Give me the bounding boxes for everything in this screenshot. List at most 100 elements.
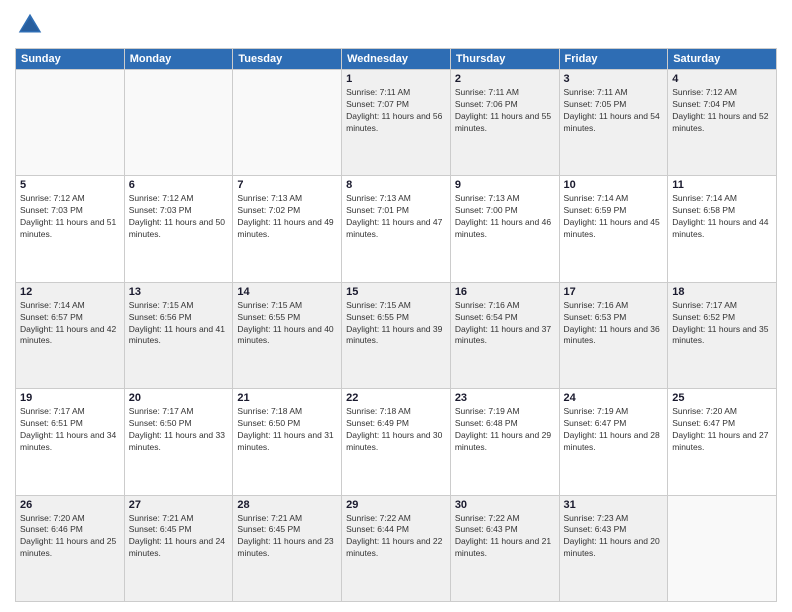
week-row-1: 1Sunrise: 7:11 AM Sunset: 7:07 PM Daylig… xyxy=(16,70,777,176)
day-cell: 2Sunrise: 7:11 AM Sunset: 7:06 PM Daylig… xyxy=(450,70,559,176)
day-number: 20 xyxy=(129,392,229,404)
day-info: Sunrise: 7:13 AM Sunset: 7:01 PM Dayligh… xyxy=(346,193,446,241)
day-number: 25 xyxy=(672,392,772,404)
day-number: 22 xyxy=(346,392,446,404)
day-number: 5 xyxy=(20,179,120,191)
day-number: 13 xyxy=(129,286,229,298)
calendar-page: SundayMondayTuesdayWednesdayThursdayFrid… xyxy=(0,0,792,612)
day-info: Sunrise: 7:15 AM Sunset: 6:56 PM Dayligh… xyxy=(129,300,229,348)
day-info: Sunrise: 7:19 AM Sunset: 6:48 PM Dayligh… xyxy=(455,406,555,454)
day-info: Sunrise: 7:13 AM Sunset: 7:00 PM Dayligh… xyxy=(455,193,555,241)
day-info: Sunrise: 7:18 AM Sunset: 6:50 PM Dayligh… xyxy=(237,406,337,454)
day-number: 10 xyxy=(564,179,664,191)
day-cell: 10 Sunrise: 7:14 AM Sunset: 6:59 PM Dayli… xyxy=(559,176,668,282)
day-cell xyxy=(16,70,125,176)
day-cell: 23 Sunrise: 7:19 AM Sunset: 6:48 PM Dayli… xyxy=(450,389,559,495)
day-number: 17 xyxy=(564,286,664,298)
day-info: Sunrise: 7:11 AM Sunset: 7:05 PM Dayligh… xyxy=(564,87,664,135)
day-number: 12 xyxy=(20,286,120,298)
day-cell: 22 Sunrise: 7:18 AM Sunset: 6:49 PM Dayli… xyxy=(342,389,451,495)
day-cell: 28Sunrise: 7:21 AM Sunset: 6:45 PM Dayli… xyxy=(233,495,342,601)
day-number: 19 xyxy=(20,392,120,404)
day-cell: 12 Sunrise: 7:14 AM Sunset: 6:57 PM Dayli… xyxy=(16,282,125,388)
day-number: 14 xyxy=(237,286,337,298)
week-row-3: 12 Sunrise: 7:14 AM Sunset: 6:57 PM Dayli… xyxy=(16,282,777,388)
day-info: Sunrise: 7:14 AM Sunset: 6:57 PM Dayligh… xyxy=(20,300,120,348)
day-info: Sunrise: 7:12 AM Sunset: 7:03 PM Dayligh… xyxy=(129,193,229,241)
day-number: 31 xyxy=(564,499,664,511)
day-cell: 20 Sunrise: 7:17 AM Sunset: 6:50 PM Dayli… xyxy=(124,389,233,495)
column-header-saturday: Saturday xyxy=(668,49,777,70)
day-info: Sunrise: 7:17 AM Sunset: 6:51 PM Dayligh… xyxy=(20,406,120,454)
day-number: 18 xyxy=(672,286,772,298)
day-info: Sunrise: 7:12 AM Sunset: 7:03 PM Dayligh… xyxy=(20,193,120,241)
day-cell: 17 Sunrise: 7:16 AM Sunset: 6:53 PM Dayli… xyxy=(559,282,668,388)
week-row-4: 19 Sunrise: 7:17 AM Sunset: 6:51 PM Dayli… xyxy=(16,389,777,495)
week-row-5: 26 Sunrise: 7:20 AM Sunset: 6:46 PM Dayli… xyxy=(16,495,777,601)
column-header-monday: Monday xyxy=(124,49,233,70)
day-cell: 1Sunrise: 7:11 AM Sunset: 7:07 PM Daylig… xyxy=(342,70,451,176)
day-number: 1 xyxy=(346,73,446,85)
column-header-sunday: Sunday xyxy=(16,49,125,70)
day-cell: 24 Sunrise: 7:19 AM Sunset: 6:47 PM Dayli… xyxy=(559,389,668,495)
day-info: Sunrise: 7:20 AM Sunset: 6:46 PM Dayligh… xyxy=(20,513,120,561)
day-number: 9 xyxy=(455,179,555,191)
day-cell xyxy=(124,70,233,176)
day-info: Sunrise: 7:17 AM Sunset: 6:50 PM Dayligh… xyxy=(129,406,229,454)
day-info: Sunrise: 7:22 AM Sunset: 6:43 PM Dayligh… xyxy=(455,513,555,561)
day-cell: 11 Sunrise: 7:14 AM Sunset: 6:58 PM Dayli… xyxy=(668,176,777,282)
day-cell: 18 Sunrise: 7:17 AM Sunset: 6:52 PM Dayli… xyxy=(668,282,777,388)
day-cell: 31 Sunrise: 7:23 AM Sunset: 6:43 PM Dayli… xyxy=(559,495,668,601)
week-row-2: 5 Sunrise: 7:12 AM Sunset: 7:03 PM Daylig… xyxy=(16,176,777,282)
day-number: 7 xyxy=(237,179,337,191)
header xyxy=(15,10,777,40)
day-number: 27 xyxy=(129,499,229,511)
day-cell: 15 Sunrise: 7:15 AM Sunset: 6:55 PM Dayli… xyxy=(342,282,451,388)
day-number: 23 xyxy=(455,392,555,404)
day-cell: 7 Sunrise: 7:13 AM Sunset: 7:02 PM Daylig… xyxy=(233,176,342,282)
column-header-tuesday: Tuesday xyxy=(233,49,342,70)
column-header-friday: Friday xyxy=(559,49,668,70)
day-number: 28 xyxy=(237,499,337,511)
day-cell xyxy=(668,495,777,601)
day-cell: 4Sunrise: 7:12 AM Sunset: 7:04 PM Daylig… xyxy=(668,70,777,176)
day-info: Sunrise: 7:12 AM Sunset: 7:04 PM Dayligh… xyxy=(672,87,772,135)
day-info: Sunrise: 7:23 AM Sunset: 6:43 PM Dayligh… xyxy=(564,513,664,561)
day-number: 3 xyxy=(564,73,664,85)
day-info: Sunrise: 7:14 AM Sunset: 6:59 PM Dayligh… xyxy=(564,193,664,241)
day-number: 2 xyxy=(455,73,555,85)
day-info: Sunrise: 7:14 AM Sunset: 6:58 PM Dayligh… xyxy=(672,193,772,241)
day-number: 8 xyxy=(346,179,446,191)
day-cell: 25 Sunrise: 7:20 AM Sunset: 6:47 PM Dayli… xyxy=(668,389,777,495)
logo xyxy=(15,10,49,40)
day-cell: 3 Sunrise: 7:11 AM Sunset: 7:05 PM Daylig… xyxy=(559,70,668,176)
day-info: Sunrise: 7:20 AM Sunset: 6:47 PM Dayligh… xyxy=(672,406,772,454)
column-header-wednesday: Wednesday xyxy=(342,49,451,70)
day-info: Sunrise: 7:13 AM Sunset: 7:02 PM Dayligh… xyxy=(237,193,337,241)
day-info: Sunrise: 7:22 AM Sunset: 6:44 PM Dayligh… xyxy=(346,513,446,561)
day-number: 26 xyxy=(20,499,120,511)
day-info: Sunrise: 7:15 AM Sunset: 6:55 PM Dayligh… xyxy=(346,300,446,348)
day-cell: 26 Sunrise: 7:20 AM Sunset: 6:46 PM Dayli… xyxy=(16,495,125,601)
day-info: Sunrise: 7:17 AM Sunset: 6:52 PM Dayligh… xyxy=(672,300,772,348)
day-info: Sunrise: 7:15 AM Sunset: 6:55 PM Dayligh… xyxy=(237,300,337,348)
day-info: Sunrise: 7:19 AM Sunset: 6:47 PM Dayligh… xyxy=(564,406,664,454)
day-number: 15 xyxy=(346,286,446,298)
day-number: 11 xyxy=(672,179,772,191)
calendar-table: SundayMondayTuesdayWednesdayThursdayFrid… xyxy=(15,48,777,602)
day-info: Sunrise: 7:16 AM Sunset: 6:54 PM Dayligh… xyxy=(455,300,555,348)
day-info: Sunrise: 7:18 AM Sunset: 6:49 PM Dayligh… xyxy=(346,406,446,454)
day-number: 6 xyxy=(129,179,229,191)
day-cell: 13 Sunrise: 7:15 AM Sunset: 6:56 PM Dayli… xyxy=(124,282,233,388)
day-number: 24 xyxy=(564,392,664,404)
logo-icon xyxy=(15,10,45,40)
calendar-header-row: SundayMondayTuesdayWednesdayThursdayFrid… xyxy=(16,49,777,70)
day-cell: 5 Sunrise: 7:12 AM Sunset: 7:03 PM Daylig… xyxy=(16,176,125,282)
day-cell: 8 Sunrise: 7:13 AM Sunset: 7:01 PM Daylig… xyxy=(342,176,451,282)
day-number: 16 xyxy=(455,286,555,298)
day-cell: 6 Sunrise: 7:12 AM Sunset: 7:03 PM Daylig… xyxy=(124,176,233,282)
day-number: 30 xyxy=(455,499,555,511)
day-info: Sunrise: 7:21 AM Sunset: 6:45 PM Dayligh… xyxy=(129,513,229,561)
day-cell: 21Sunrise: 7:18 AM Sunset: 6:50 PM Dayli… xyxy=(233,389,342,495)
day-info: Sunrise: 7:16 AM Sunset: 6:53 PM Dayligh… xyxy=(564,300,664,348)
